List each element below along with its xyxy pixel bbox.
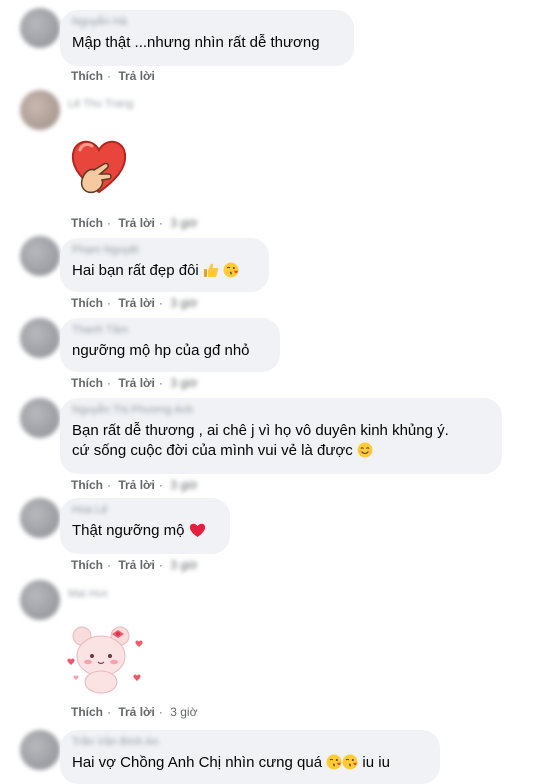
comment-actions: Thích · Trả lời · 3 giờ [71,705,201,719]
separator-dot: · [107,376,111,390]
comment-text: ngưỡng mộ hp của gđ nhỏ [72,342,250,359]
comment-time[interactable]: 3 giờ [170,296,197,310]
separator-dot: · [107,69,111,83]
avatar[interactable] [20,498,60,538]
red-heart-icon [189,523,205,537]
like-button[interactable]: Thích [71,558,103,572]
avatar[interactable] [20,90,60,130]
reply-button[interactable]: Trả lời [118,376,155,390]
commenter-name[interactable]: Nguyễn Hà [72,16,342,30]
separator-dot: · [158,558,163,572]
comment-bubble: Hoa Lê Thật ngưỡng mộ [60,498,230,554]
commenter-name[interactable]: Mai Hương [68,588,108,600]
separator-dot: · [158,296,163,310]
reply-button[interactable]: Trả lời [118,478,155,492]
comment-text: Hai vợ Chồng Anh Chị nhìn cưng quá iu iu [72,753,428,773]
reply-button[interactable]: Trả lời [118,558,155,572]
comment-actions: Thích · Trả lời · 3 giờ [71,296,201,310]
commenter-name[interactable]: Nguyễn Thị Phương Anh [72,404,490,418]
like-button[interactable]: Thích [71,69,103,83]
comment-actions: Thích · Trả lời · 3 giờ [71,376,201,390]
comment-text-suffix: iu iu [362,754,390,771]
separator-dot: · [158,705,163,719]
comment-bubble: Trần Văn Bình An Hai vợ Chồng Anh Chị nh… [60,730,440,784]
separator-dot: · [158,216,163,230]
separator-dot: · [107,705,111,719]
comment-text-content: cứ sống cuộc đời của mình vui vẻ là được [72,442,353,459]
commenter-name[interactable]: Hoa Lê [72,504,218,518]
comment-text: Bạn rất dễ thương , ai chê j vì họ vô du… [72,422,449,439]
pink-bear-sticker [67,626,143,694]
comment-bubble: Thanh Tâm ngưỡng mộ hp của gđ nhỏ [60,318,280,372]
kiss-face-icon [342,754,358,770]
commenter-name[interactable]: Trần Văn Bình An [72,736,428,750]
comment-text: Hai bạn rất đẹp đôi [72,261,257,281]
separator-dot: · [107,216,111,230]
avatar[interactable] [20,8,60,48]
comment-time[interactable]: 3 giờ [170,705,197,719]
comment-text-content: Hai vợ Chồng Anh Chị nhìn cưng quá [72,754,323,771]
like-button[interactable]: Thích [71,705,103,719]
comment-time[interactable]: 3 giờ [170,478,197,492]
separator-dot: · [107,558,111,572]
reply-button[interactable]: Trả lời [118,69,155,83]
commenter-name[interactable]: Thanh Tâm [72,324,268,338]
comment-time[interactable]: 3 giờ [170,376,197,390]
separator-dot: · [107,296,111,310]
comment-text: Thật ngưỡng mộ [72,521,218,541]
commenter-name[interactable]: Phạm Nguyệt [72,244,257,258]
comment-actions: Thích · Trả lời [71,69,159,83]
comment-actions: Thích · Trả lời · 3 giờ [71,558,201,572]
like-button[interactable]: Thích [71,216,103,230]
heart-hand-sticker [71,140,127,194]
avatar[interactable] [20,730,60,770]
comment-time[interactable]: 3 giờ [170,558,197,572]
comment-text: Mập thật ...nhưng nhìn rất dễ thương [72,34,320,51]
avatar[interactable] [20,236,60,276]
comment-text-content: Thật ngưỡng mộ [72,522,185,539]
commenter-name[interactable]: Lê Thu Trang [68,98,133,110]
comment-text-content: Hai bạn rất đẹp đôi [72,262,199,279]
comment-bubble: Phạm Nguyệt Hai bạn rất đẹp đôi [60,238,269,292]
kiss-face-icon [223,262,239,278]
avatar[interactable] [20,398,60,438]
separator-dot: · [158,478,163,492]
avatar[interactable] [20,580,60,620]
comment-actions: Thích · Trả lời · 3 giờ [71,478,201,492]
thumbs-up-icon [203,263,219,277]
comment-actions: Thích · Trả lời · 3 giờ [71,216,201,230]
comment-bubble: Nguyễn Hà Mập thật ...nhưng nhìn rất dễ … [60,10,354,66]
like-button[interactable]: Thích [71,376,103,390]
reply-button[interactable]: Trả lời [118,705,155,719]
avatar[interactable] [20,318,60,358]
comment-bubble: Nguyễn Thị Phương Anh Bạn rất dễ thương … [60,398,502,474]
reply-button[interactable]: Trả lời [118,296,155,310]
like-button[interactable]: Thích [71,296,103,310]
separator-dot: · [107,478,111,492]
comment-time[interactable]: 3 giờ [170,216,197,230]
separator-dot: · [158,376,163,390]
like-button[interactable]: Thích [71,478,103,492]
kiss-face-icon [326,754,342,770]
smiling-face-icon [357,442,373,458]
comment-text-line2: cứ sống cuộc đời của mình vui vẻ là được [72,441,490,461]
reply-button[interactable]: Trả lời [118,216,155,230]
